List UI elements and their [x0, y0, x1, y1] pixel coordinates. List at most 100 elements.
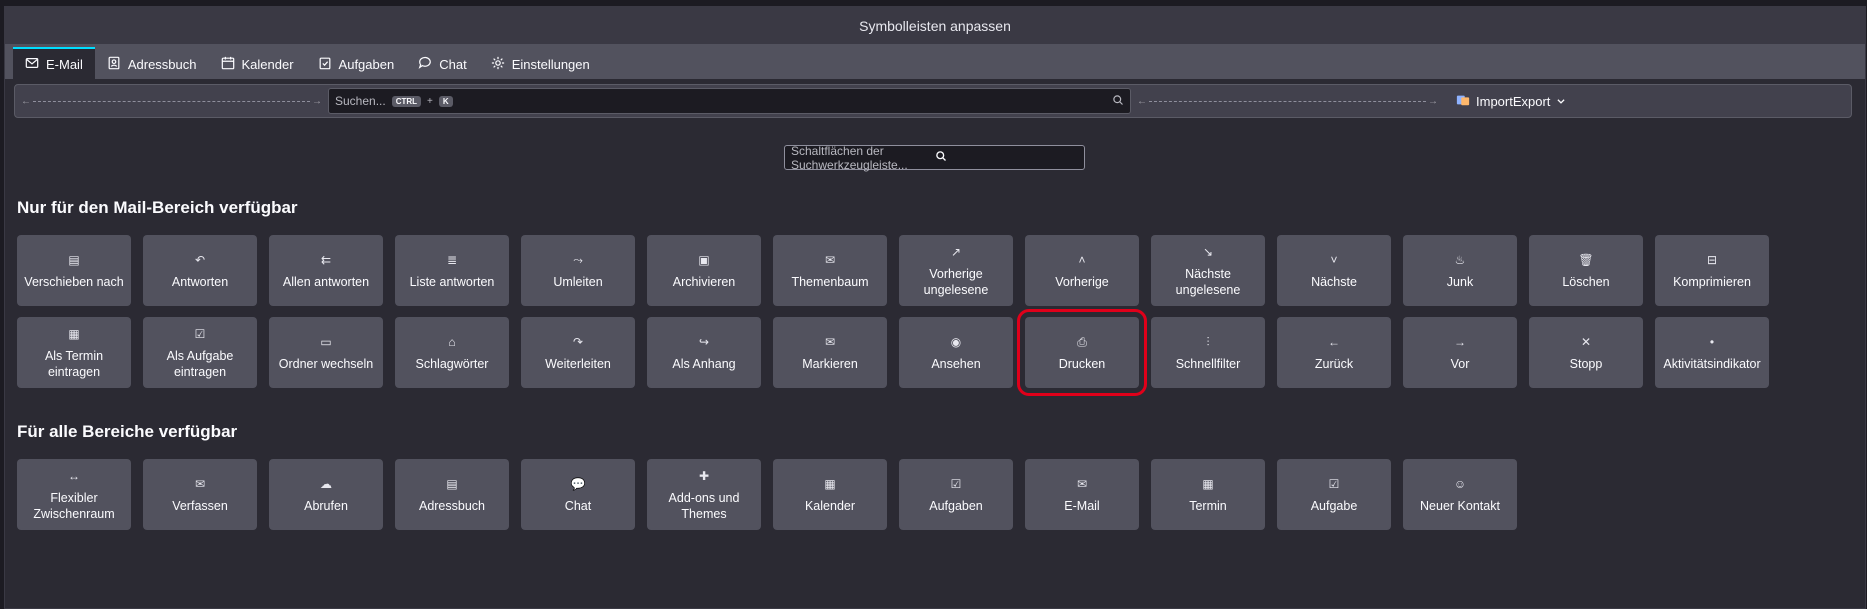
toolbar-button-adressbuch[interactable]: ▤ Adressbuch	[395, 459, 509, 530]
toolbar-button-add-ons-und-themes[interactable]: ✚ Add-ons und Themes	[647, 459, 761, 530]
tab-label: Chat	[439, 56, 467, 72]
toolbar-button-nächste[interactable]: ˅ Nächste	[1277, 235, 1391, 306]
toolbar-button-vorherige-ungelesene[interactable]: ↗ Vorherige ungelesene	[899, 235, 1013, 306]
button-label: Allen antworten	[282, 274, 370, 289]
toolbar-button-vorherige[interactable]: ˄ Vorherige	[1025, 235, 1139, 306]
tab-settings[interactable]: Einstellungen	[479, 49, 602, 79]
toolbar-button-als-termin-eintragen[interactable]: ▦ Als Termin eintragen	[17, 317, 131, 388]
button-label: Nächste	[1311, 274, 1357, 289]
mail-buttons-row2: ▦ Als Termin eintragen ☑ Als Aufgabe eintra…	[17, 309, 1769, 396]
toolbar-button-aktivitätsindikator[interactable]: • Aktivitätsindikator	[1655, 317, 1769, 388]
spring-right[interactable]: ← →	[1131, 85, 1444, 117]
toolbar-button-flexibler-zwischenraum[interactable]: ↔ Flexibler Zwischenraum	[17, 459, 131, 530]
toolbar-button-nächste-ungelesene[interactable]: ↘ Nächste ungelesene	[1151, 235, 1265, 306]
global-search-preview[interactable]: Suchen... CTRL + K	[328, 88, 1131, 114]
tab-calendar[interactable]: Kalender	[209, 49, 306, 79]
toolbar-button-schlagwörter[interactable]: ⌂ Schlagwörter	[395, 317, 509, 388]
redirect-icon: ⤳	[573, 252, 583, 267]
toolbar-button-weiterleiten[interactable]: ↷ Weiterleiten	[521, 317, 635, 388]
button-label: Aufgabe	[1310, 498, 1358, 513]
button-label: Komprimieren	[1673, 274, 1751, 289]
tab-email[interactable]: E-Mail	[13, 47, 95, 79]
tab-tasks[interactable]: Aufgaben	[306, 49, 407, 79]
tab-chat[interactable]: Chat	[406, 49, 478, 79]
button-label: Junk	[1446, 274, 1474, 289]
event-icon: ▦	[1202, 476, 1214, 491]
reply-icon: ↶	[194, 252, 206, 267]
button-label: Vorherige	[1055, 274, 1109, 289]
tab-label: Aufgaben	[338, 56, 395, 72]
toolbar-preview: ← → Suchen... CTRL + K ← → ImportExport	[14, 84, 1852, 118]
button-label: E-Mail	[1064, 498, 1100, 513]
trash-icon: 🗑	[1578, 252, 1594, 267]
reply-all-icon: ⇇	[320, 252, 332, 267]
toolbar-button-antworten[interactable]: ↶ Antworten	[143, 235, 257, 306]
toolbar-button-verfassen[interactable]: ✉ Verfassen	[143, 459, 257, 530]
tasks-icon	[318, 56, 332, 73]
toolbar-button-drucken[interactable]: ⎙ Drucken	[1017, 309, 1147, 396]
toolbar-button-e-mail[interactable]: ✉ E-Mail	[1025, 459, 1139, 530]
toolbar-button-verschieben-nach[interactable]: ▤ Verschieben nach	[17, 235, 131, 306]
toolbar-button-termin[interactable]: ▦ Termin	[1151, 459, 1265, 530]
toolbar-button-als-aufgabe-eintragen[interactable]: ☑ Als Aufgabe eintragen	[143, 317, 257, 388]
junk-icon: ♨	[1454, 252, 1466, 267]
importexport-button[interactable]: ImportExport	[1444, 93, 1578, 110]
toolbar-button-schnellfilter[interactable]: ⫶ Schnellfilter	[1151, 317, 1265, 388]
toolbar-button-markieren[interactable]: ✉ Markieren	[773, 317, 887, 388]
toolbar-button-als-anhang[interactable]: ↪ Als Anhang	[647, 317, 761, 388]
toolbar-button-chat[interactable]: 💬 Chat	[521, 459, 635, 530]
compact-icon: ⊟	[1706, 252, 1718, 267]
filter-icon: ⫶	[1206, 334, 1210, 349]
toolbar-button-umleiten[interactable]: ⤳ Umleiten	[521, 235, 635, 306]
chat-icon: 💬	[570, 476, 586, 491]
tag-icon: ⌂	[448, 334, 456, 349]
toolbar-button-kalender[interactable]: ▦ Kalender	[773, 459, 887, 530]
next-unread-icon: ↘	[1202, 244, 1214, 259]
button-label: Neuer Kontakt	[1420, 498, 1500, 513]
toolbar-button-themenbaum[interactable]: ✉ Themenbaum	[773, 235, 887, 306]
toolbar-button-archivieren[interactable]: ▣ Archivieren	[647, 235, 761, 306]
button-label: Abrufen	[304, 498, 348, 513]
search-icon	[1112, 94, 1124, 109]
toolbar-button-liste-antworten[interactable]: ≣ Liste antworten	[395, 235, 509, 306]
button-label: Nächste ungelesene	[1175, 266, 1241, 297]
importexport-icon	[1456, 93, 1470, 110]
task-icon: ☑	[1328, 476, 1340, 491]
toolbar-button-junk[interactable]: ♨ Junk	[1403, 235, 1517, 306]
section-heading-mail-only: Nur für den Mail-Bereich verfügbar	[17, 198, 298, 217]
toolbar-button-ordner-wechseln[interactable]: ▭ Ordner wechseln	[269, 317, 383, 388]
toolbar-button-ansehen[interactable]: ◉ Ansehen	[899, 317, 1013, 388]
chevron-down-icon: ˅	[1330, 252, 1338, 267]
toolbar-button-neuer-kontakt[interactable]: ☺ Neuer Kontakt	[1403, 459, 1517, 530]
kbd-ctrl: CTRL	[391, 95, 422, 107]
toolbar-button-stopp[interactable]: ✕ Stopp	[1529, 317, 1643, 388]
get-messages-icon: ☁	[320, 476, 332, 491]
section-heading-all-spaces: Für alle Bereiche verfügbar	[17, 422, 238, 441]
button-label: Stopp	[1569, 356, 1603, 371]
toolbar-button-löschen[interactable]: 🗑 Löschen	[1529, 235, 1643, 306]
tab-addressbook[interactable]: Adressbuch	[95, 49, 209, 79]
toolbar-button-aufgaben[interactable]: ☑ Aufgaben	[899, 459, 1013, 530]
button-label: Ansehen	[931, 356, 981, 371]
toolbar-button-vor[interactable]: → Vor	[1403, 317, 1517, 388]
button-label: Vorherige ungelesene	[923, 266, 989, 297]
toolbar-button-allen-antworten[interactable]: ⇇ Allen antworten	[269, 235, 383, 306]
addons-icon: ✚	[698, 468, 710, 483]
button-label: Liste antworten	[409, 274, 495, 289]
toolbar-button-komprimieren[interactable]: ⊟ Komprimieren	[1655, 235, 1769, 306]
chevron-up-icon: ˄	[1078, 252, 1086, 267]
window-title: Symbolleisten anpassen	[859, 17, 1011, 34]
toolbar-button-aufgabe[interactable]: ☑ Aufgabe	[1277, 459, 1391, 530]
mail-icon: ✉	[1076, 476, 1088, 491]
button-label: Als Termin eintragen	[44, 348, 104, 379]
button-label: Zurück	[1314, 356, 1354, 371]
toolbar-button-abrufen[interactable]: ☁ Abrufen	[269, 459, 383, 530]
mail-buttons-row1: ▤ Verschieben nach ↶ Antworten ⇇ Allen antwor…	[17, 235, 1769, 306]
toolbar-button-zurück[interactable]: ← Zurück	[1277, 317, 1391, 388]
eye-icon: ◉	[950, 334, 962, 349]
spring-left[interactable]: ← →	[15, 85, 328, 117]
task-icon: ☑	[194, 326, 206, 341]
button-search-placeholder: Schaltflächen der Suchwerkzeugleiste...	[791, 143, 908, 172]
button-label: Flexibler Zwischenraum	[33, 490, 115, 521]
button-search-input[interactable]: Schaltflächen der Suchwerkzeugleiste...	[784, 143, 1085, 172]
